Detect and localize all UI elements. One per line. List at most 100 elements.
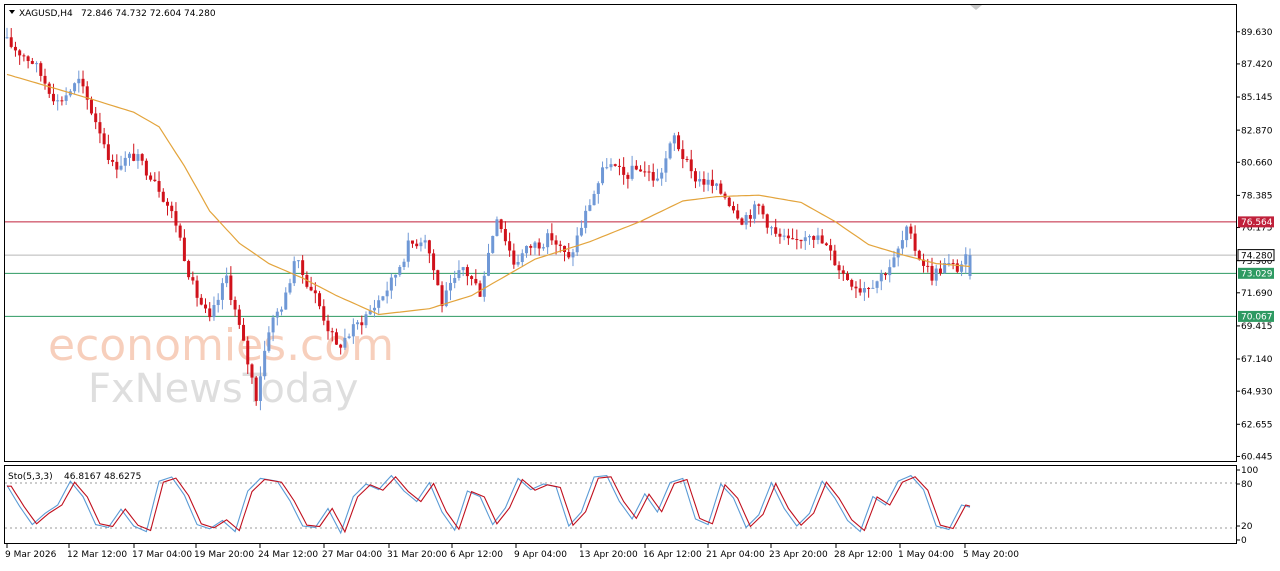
candle-body xyxy=(254,377,258,401)
label-current-text: 74.280 xyxy=(1241,251,1273,261)
label-support-2-text: 70.067 xyxy=(1241,313,1273,323)
candle-body xyxy=(51,93,55,102)
candle-body xyxy=(64,95,68,101)
candle-body xyxy=(474,278,478,284)
candle-body xyxy=(322,306,326,321)
candle xyxy=(436,269,440,286)
candle-body xyxy=(284,292,288,310)
candle-body xyxy=(774,227,778,234)
candle-body xyxy=(550,233,554,241)
stochastic-tick-label: 0 xyxy=(1241,536,1247,546)
candle-body xyxy=(119,165,123,170)
candle-body xyxy=(461,267,465,271)
candle-body xyxy=(220,283,224,300)
candle-body xyxy=(791,238,795,240)
candle-body xyxy=(60,100,64,102)
candle-body xyxy=(343,337,347,348)
candle-body xyxy=(706,179,710,185)
candle-body xyxy=(360,322,364,326)
stochastic-values: 46.8167 48.6275 xyxy=(64,472,141,482)
candle-body xyxy=(495,219,499,236)
candle-body xyxy=(930,265,934,281)
candle-body xyxy=(288,283,292,293)
price-tick-label: 80.660 xyxy=(1241,158,1273,168)
price-tick-label: 87.420 xyxy=(1241,60,1273,70)
candle-body xyxy=(482,275,486,297)
time-tick-label: 31 Mar 20:00 xyxy=(387,550,447,560)
candle-body xyxy=(406,240,410,262)
candle-body xyxy=(824,243,828,246)
candle-body xyxy=(258,376,262,401)
candle-body xyxy=(867,288,871,290)
watermark-fxnewstoday: FxNewsToday xyxy=(88,366,358,412)
candle-body xyxy=(888,267,892,276)
candle-body xyxy=(727,197,731,207)
candle xyxy=(740,217,744,226)
candle-body xyxy=(280,309,284,312)
candle-body xyxy=(677,135,681,150)
candle-body xyxy=(947,262,951,264)
candle-body xyxy=(419,242,423,247)
chart-svg[interactable]: economies.com FxNewsToday 89.63087.42085… xyxy=(0,0,1280,567)
candle-body xyxy=(195,280,199,298)
candle-body xyxy=(596,183,600,194)
candle xyxy=(668,141,672,160)
candle-body xyxy=(136,154,140,161)
candle-body xyxy=(909,226,913,234)
candle-body xyxy=(440,285,444,307)
label-support-1-text: 73.029 xyxy=(1241,270,1273,280)
candle-body xyxy=(39,63,43,76)
candle-body xyxy=(537,242,541,249)
candle-body xyxy=(660,172,664,179)
candle xyxy=(727,196,731,208)
time-tick-label: 28 Apr 12:00 xyxy=(834,550,893,560)
chart-window[interactable]: economies.com FxNewsToday 89.630 87.420 85… xyxy=(0,0,1280,567)
candle-body xyxy=(736,210,740,219)
stochastic-title: Sto(5,3,3) xyxy=(8,472,53,482)
price-tick-label: 85.145 xyxy=(1241,93,1273,103)
candle-body xyxy=(356,322,360,325)
candle-body xyxy=(934,268,938,281)
candle-body xyxy=(465,267,469,277)
candle-body xyxy=(132,153,136,161)
time-tick-label: 1 May 04:00 xyxy=(898,550,954,560)
candle-body xyxy=(30,61,34,64)
candle-body xyxy=(753,204,757,219)
candle-body xyxy=(529,245,533,248)
candle-body xyxy=(512,250,516,265)
candle-body xyxy=(761,205,765,215)
candle-body xyxy=(427,240,431,254)
candle-body xyxy=(689,159,693,172)
candle-body xyxy=(77,78,81,84)
time-tick-label: 9 Apr 04:00 xyxy=(514,550,567,560)
price-tick-label: 89.630 xyxy=(1241,28,1273,38)
price-tick-label: 64.930 xyxy=(1241,387,1273,397)
candle-body xyxy=(622,166,626,175)
candle-body xyxy=(841,270,845,274)
candle-body xyxy=(968,255,972,276)
candle-body xyxy=(584,210,588,228)
candle-body xyxy=(292,261,296,284)
candle-body xyxy=(567,252,571,258)
candle-body xyxy=(588,205,592,211)
candle-body xyxy=(858,288,862,293)
candle-body xyxy=(149,175,153,180)
candle-body xyxy=(347,336,351,338)
candle-body xyxy=(516,262,520,265)
candle-body xyxy=(643,171,647,173)
candle-body xyxy=(225,275,229,284)
price-tick-label: 60.445 xyxy=(1241,453,1273,463)
time-tick-label: 9 Mar 2026 xyxy=(5,550,57,560)
candle-body xyxy=(601,167,605,184)
candle-body xyxy=(212,305,216,318)
candle-body xyxy=(812,236,816,240)
price-tick-label: 82.870 xyxy=(1241,126,1273,136)
candle-body xyxy=(389,277,393,291)
time-tick-label: 13 Apr 20:00 xyxy=(579,550,638,560)
candle xyxy=(187,259,191,280)
candle-body xyxy=(850,279,854,287)
candle-body xyxy=(453,277,457,283)
candle-body xyxy=(381,296,385,301)
label-current-price: 74.280 xyxy=(1237,249,1275,261)
candle-body xyxy=(123,157,127,166)
